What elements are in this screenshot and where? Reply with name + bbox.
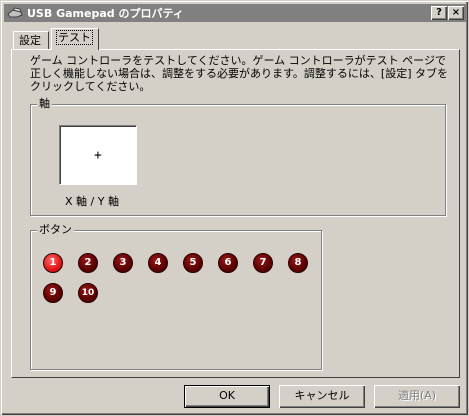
buttons-group: ボタン 1 2 3 4 5 6 7 8 9 10	[30, 223, 322, 370]
crosshair-marker: +	[94, 148, 102, 163]
gamepad-button-1: 1	[43, 253, 63, 273]
tab-test-label: テスト	[56, 30, 93, 45]
gamepad-button-10: 10	[78, 283, 98, 303]
tab-test[interactable]: テスト	[51, 28, 99, 50]
buttons-group-label: ボタン	[37, 223, 74, 237]
gamepad-button-8: 8	[288, 253, 308, 273]
axis-caption: X 軸 / Y 軸	[65, 195, 119, 208]
gamepad-button-9: 9	[43, 283, 63, 303]
gamepad-button-2: 2	[78, 253, 98, 273]
test-tab-panel: ゲーム コントローラをテストしてください。ゲーム コントローラがテスト ページで…	[11, 49, 460, 378]
gamepad-icon	[7, 6, 23, 20]
instructions-text: ゲーム コントローラをテストしてください。ゲーム コントローラがテスト ページで…	[30, 54, 448, 93]
tab-settings[interactable]: 設定	[13, 31, 49, 50]
properties-dialog: USB Gamepad のプロパティ ? × 設定 テスト ゲーム コントローラ…	[0, 0, 469, 416]
gamepad-button-4: 4	[148, 253, 168, 273]
close-button[interactable]: ×	[448, 6, 464, 20]
ok-button[interactable]: OK	[184, 385, 270, 408]
apply-button[interactable]: 適用(A)	[374, 385, 460, 408]
xy-axis-display: +	[59, 125, 137, 185]
gamepad-button-7: 7	[253, 253, 273, 273]
gamepad-button-6: 6	[218, 253, 238, 273]
cancel-button[interactable]: キャンセル	[279, 385, 365, 408]
title-bar[interactable]: USB Gamepad のプロパティ ? ×	[4, 4, 467, 22]
gamepad-button-5: 5	[183, 253, 203, 273]
window-title: USB Gamepad のプロパティ	[27, 7, 184, 20]
gamepad-button-3: 3	[113, 253, 133, 273]
axes-group-label: 軸	[37, 97, 52, 111]
tab-settings-label: 設定	[19, 34, 41, 47]
help-button[interactable]: ?	[431, 6, 447, 20]
axes-group: 軸 + X 軸 / Y 軸	[30, 97, 446, 216]
